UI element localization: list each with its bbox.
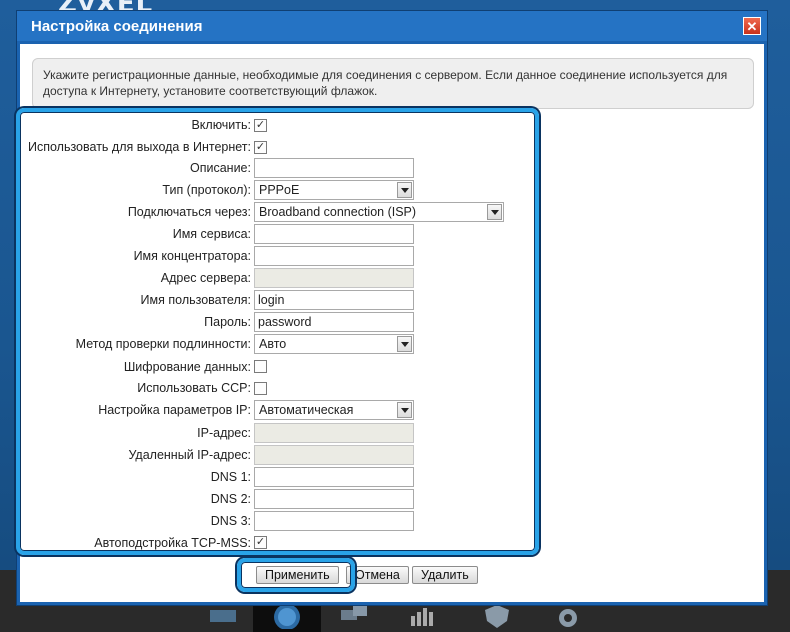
info-message: Укажите регистрационные данные, необходи… — [32, 58, 754, 109]
enable-checkbox[interactable]: ✓ — [254, 119, 267, 132]
ccp-checkbox[interactable] — [254, 382, 267, 395]
encryption-label: Шифрование данных: — [123, 360, 251, 374]
ip-address-input[interactable] — [254, 423, 414, 443]
dns2-label: DNS 2: — [210, 492, 251, 506]
dns3-label: DNS 3: — [210, 514, 251, 528]
dialog-titlebar: Настройка соединения ✕ — [17, 11, 767, 41]
password-input[interactable]: password — [254, 312, 414, 332]
concentrator-input[interactable] — [254, 246, 414, 266]
dialog-title: Настройка соединения — [31, 18, 203, 35]
encryption-checkbox[interactable] — [254, 360, 267, 373]
tcp-mss-checkbox[interactable]: ✓ — [254, 536, 267, 549]
auth-method-label: Метод проверки подлинности: — [75, 337, 251, 351]
server-address-label: Адрес сервера: — [160, 271, 251, 285]
cancel-button[interactable]: Отмена — [346, 566, 409, 584]
protocol-value: PPPoE — [259, 183, 300, 197]
ip-settings-value: Автоматическая — [259, 403, 354, 417]
check-icon: ✓ — [255, 141, 266, 153]
check-icon: ✓ — [255, 119, 266, 131]
apply-button[interactable]: Применить — [256, 566, 339, 584]
tcp-mss-label: Автоподстройка TCP-MSS: — [94, 536, 251, 550]
password-label: Пароль: — [204, 315, 251, 329]
protocol-select[interactable]: PPPoE — [254, 180, 414, 200]
check-icon: ✓ — [255, 536, 266, 548]
brand-logo: ZyXEL — [58, 0, 153, 10]
dns1-input[interactable] — [254, 467, 414, 487]
connect-via-select[interactable]: Broadband connection (ISP) — [254, 202, 504, 222]
connect-via-value: Broadband connection (ISP) — [259, 205, 417, 219]
service-name-label: Имя сервиса: — [172, 227, 251, 241]
chevron-down-icon — [487, 204, 502, 220]
description-label: Описание: — [190, 161, 251, 175]
protocol-label: Тип (протокол): — [162, 183, 251, 197]
remote-ip-label: Удаленный IP-адрес: — [128, 448, 251, 462]
chevron-down-icon — [397, 182, 412, 198]
auth-method-select[interactable]: Авто — [254, 334, 414, 354]
close-icon: ✕ — [746, 18, 758, 34]
close-button[interactable]: ✕ — [743, 17, 761, 35]
dns3-input[interactable] — [254, 511, 414, 531]
chevron-down-icon — [397, 336, 412, 352]
concentrator-label: Имя концентратора: — [133, 249, 251, 263]
ip-settings-select[interactable]: Автоматическая — [254, 400, 414, 420]
ccp-label: Использовать CCP: — [137, 381, 251, 395]
auth-method-value: Авто — [259, 337, 287, 351]
ip-address-label: IP-адрес: — [197, 426, 251, 440]
enable-label: Включить: — [191, 118, 251, 132]
dns1-label: DNS 1: — [210, 470, 251, 484]
connect-via-label: Подключаться через: — [127, 205, 251, 219]
service-name-input[interactable] — [254, 224, 414, 244]
chevron-down-icon — [397, 402, 412, 418]
remote-ip-input[interactable] — [254, 445, 414, 465]
ip-settings-label: Настройка параметров IP: — [98, 403, 251, 417]
internet-label: Использовать для выхода в Интернет: — [27, 140, 251, 154]
delete-button[interactable]: Удалить — [412, 566, 478, 584]
username-label: Имя пользователя: — [140, 293, 251, 307]
internet-checkbox[interactable]: ✓ — [254, 141, 267, 154]
description-input[interactable] — [254, 158, 414, 178]
server-address-input[interactable] — [254, 268, 414, 288]
dns2-input[interactable] — [254, 489, 414, 509]
username-input[interactable]: login — [254, 290, 414, 310]
